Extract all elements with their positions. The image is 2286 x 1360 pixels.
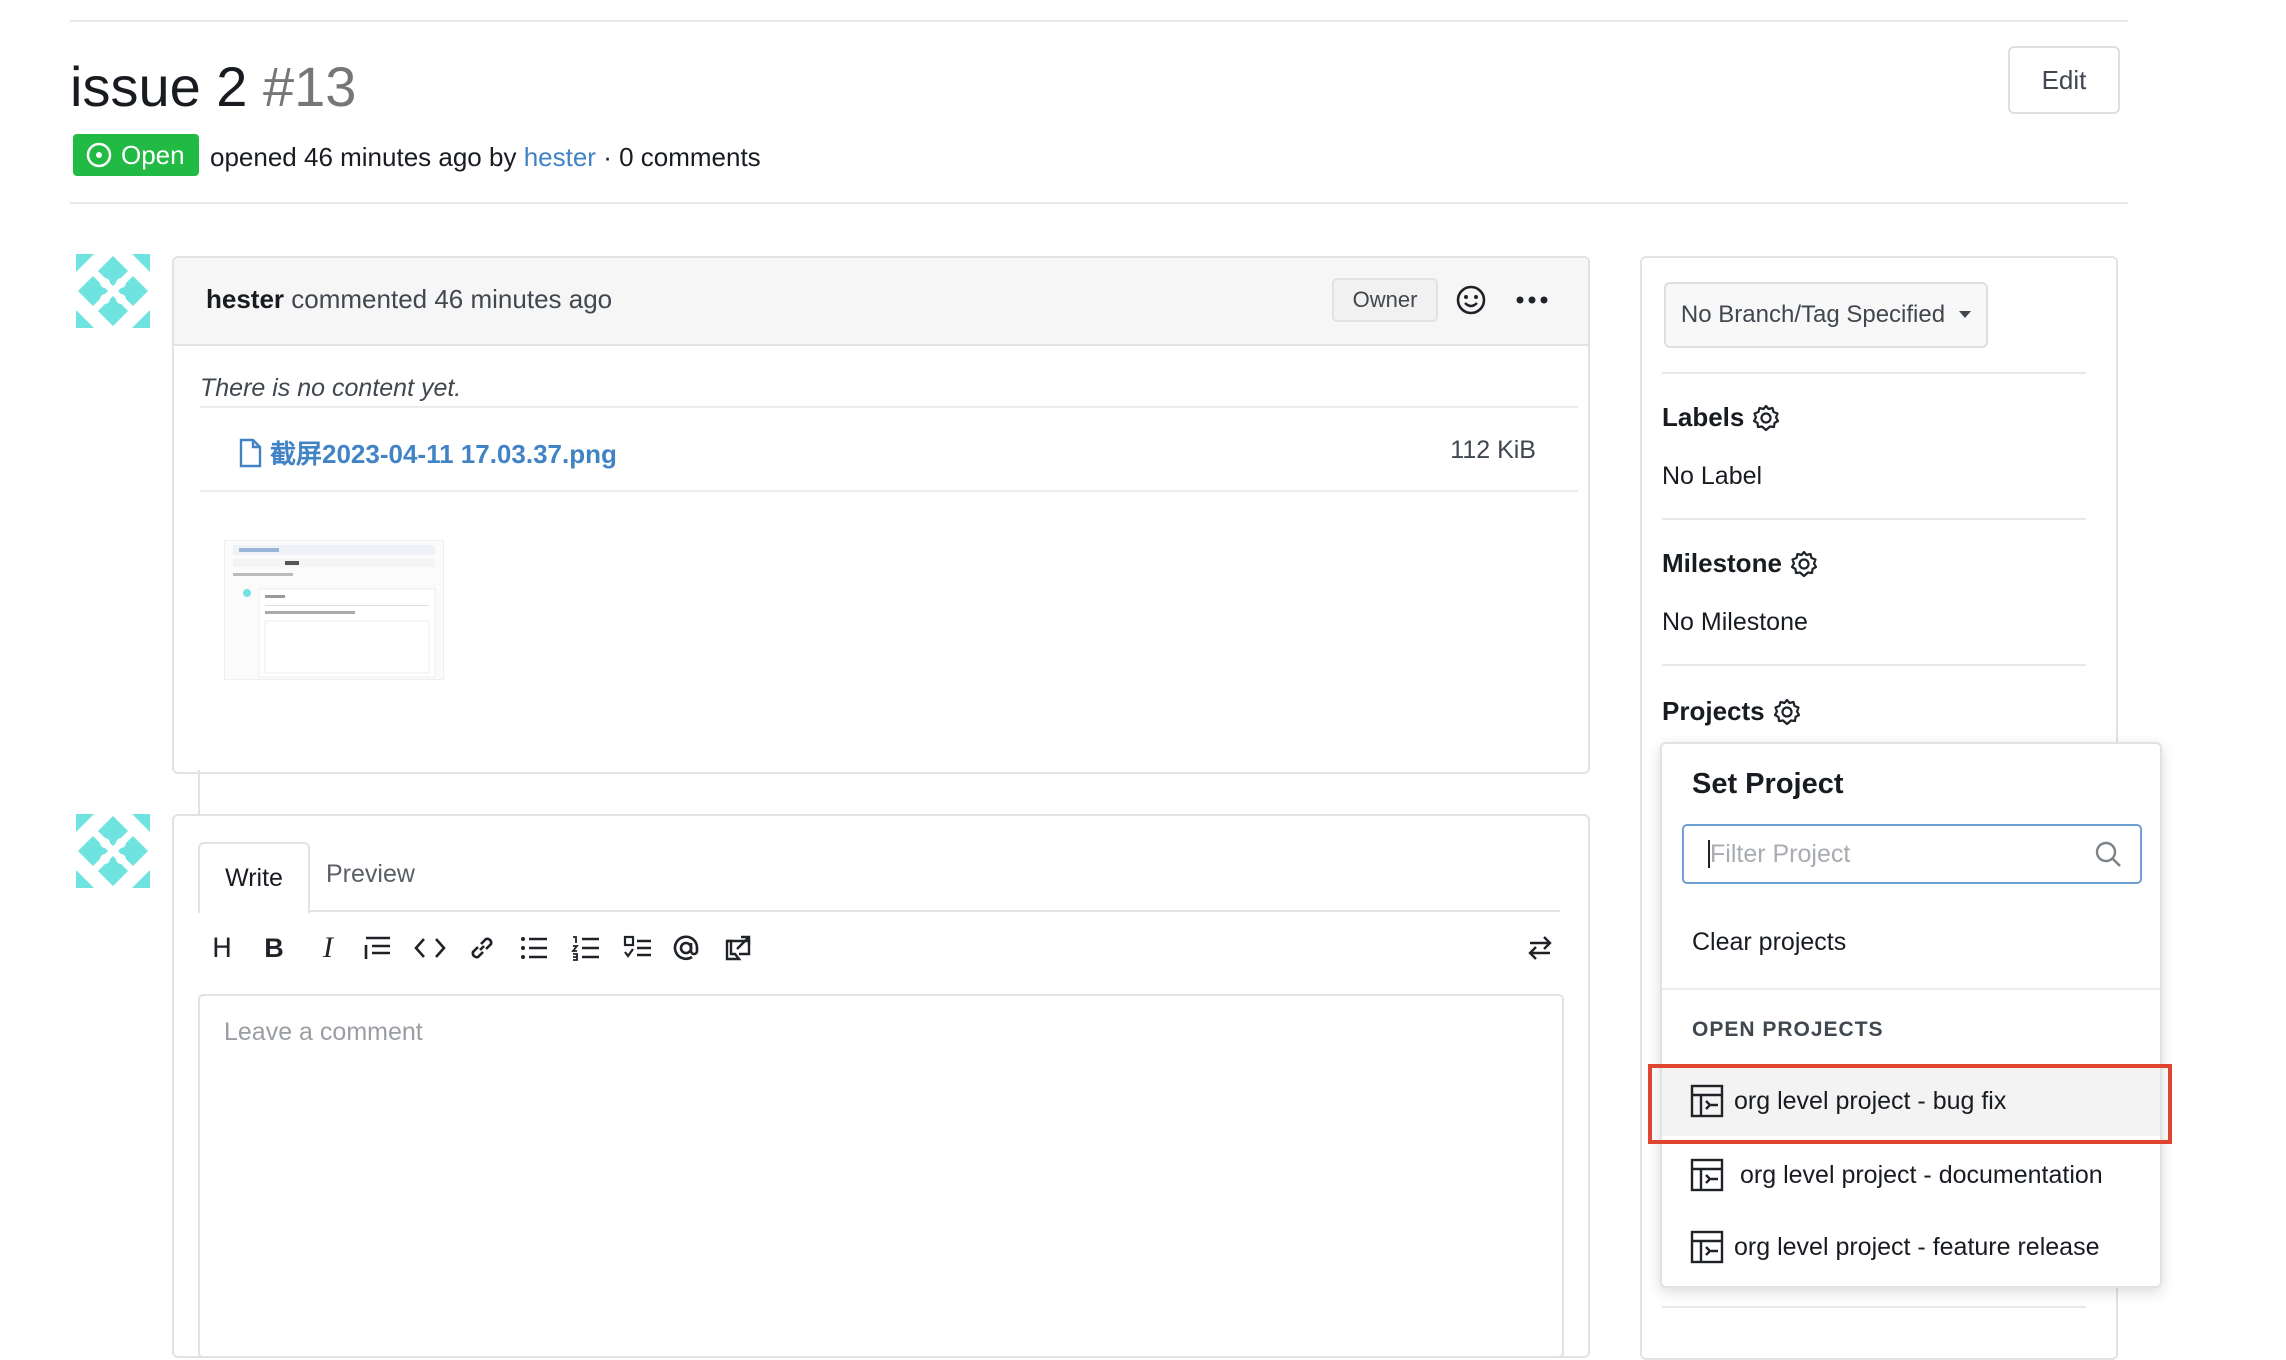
clear-projects-item[interactable]: Clear projects: [1692, 928, 1846, 957]
highlight-box: [1648, 1064, 2172, 1144]
quote-button[interactable]: [358, 928, 398, 968]
owner-badge-label: Owner: [1352, 287, 1418, 312]
issue-title-text: issue 2: [70, 55, 248, 118]
bullet-list-icon: [521, 937, 547, 959]
projects-heading-text: Projects: [1662, 696, 1765, 726]
project-board-icon: [1690, 1158, 1724, 1192]
task-list-button[interactable]: [618, 928, 658, 968]
italic-icon: I: [323, 931, 333, 964]
tab-preview[interactable]: Preview: [326, 860, 415, 889]
editor-tabs-line: [198, 910, 1560, 912]
numbered-list-icon: [571, 936, 599, 961]
comment-header: hester commented 46 minutes ago Owner: [174, 258, 1588, 346]
labels-heading-text: Labels: [1662, 402, 1745, 432]
avatar: [76, 814, 150, 888]
project-item-feature-release[interactable]: org level project - feature release: [1662, 1212, 2160, 1282]
milestone-heading-text: Milestone: [1662, 548, 1782, 578]
avatar: [76, 254, 150, 328]
tab-write[interactable]: Write: [198, 842, 310, 914]
owner-badge: Owner: [1332, 278, 1438, 322]
set-project-popup: Set Project Filter Project Clear project…: [1660, 742, 2162, 1288]
heading-icon: H: [211, 932, 233, 964]
file-icon: [238, 438, 262, 468]
filter-project-placeholder: Filter Project: [1710, 840, 1851, 868]
numbered-list-button[interactable]: [566, 928, 606, 968]
project-item-label: org level project - feature release: [1734, 1232, 2100, 1261]
attachment-row[interactable]: 截屏2023-04-11 17.03.37.png: [238, 434, 617, 471]
milestone-heading[interactable]: Milestone: [1662, 548, 1818, 579]
filter-project-input[interactable]: Filter Project: [1682, 824, 2142, 884]
issue-meta: opened 46 minutes ago by hester · 0 comm…: [210, 140, 761, 174]
issue-number: #13: [263, 55, 357, 118]
code-icon: [414, 938, 446, 958]
edit-button-label: Edit: [2041, 64, 2087, 95]
edit-button[interactable]: Edit: [2008, 46, 2120, 114]
attachment-name[interactable]: 截屏2023-04-11 17.03.37.png: [270, 434, 617, 471]
swap-icon: [1528, 936, 1552, 960]
comment-author[interactable]: hester: [206, 284, 284, 314]
italic-button[interactable]: I: [308, 928, 348, 968]
issue-title: issue 2 #13: [70, 52, 356, 122]
labels-heading[interactable]: Labels: [1662, 402, 1780, 433]
project-item-documentation[interactable]: org level project - documentation: [1662, 1140, 2160, 1210]
project-item-label: org level project - documentation: [1740, 1160, 2103, 1189]
comment-empty-text: There is no content yet.: [200, 374, 462, 402]
mention-button[interactable]: [666, 928, 706, 968]
bold-icon: B: [264, 932, 284, 963]
toggle-editor-button[interactable]: [1520, 928, 1560, 968]
projects-heading[interactable]: Projects: [1662, 696, 1801, 727]
popup-divider: [1662, 988, 2160, 990]
more-options-icon[interactable]: [1514, 286, 1550, 314]
comment-textarea[interactable]: Leave a comment: [198, 994, 1564, 1358]
cross-reference-icon: [725, 935, 751, 961]
attachment-divider-bottom: [200, 490, 1578, 492]
sidebar-divider: [1662, 518, 2086, 520]
sidebar-divider: [1662, 664, 2086, 666]
sidebar-divider: [1662, 372, 2086, 374]
open-projects-header: OPEN PROJECTS: [1692, 1018, 1884, 1041]
comment-placeholder: Leave a comment: [224, 1018, 423, 1046]
milestone-value: No Milestone: [1662, 608, 1808, 636]
popup-title: Set Project: [1692, 768, 1844, 800]
status-badge: Open: [73, 134, 199, 176]
issue-author-link[interactable]: hester: [524, 142, 596, 172]
bold-button[interactable]: B: [254, 928, 294, 968]
open-circle-icon: [85, 141, 113, 169]
comment-action: commented 46 minutes ago: [291, 284, 613, 314]
search-icon: [2094, 840, 2122, 868]
gear-icon[interactable]: [1752, 404, 1780, 432]
project-board-icon: [1690, 1230, 1724, 1264]
tab-preview-label: Preview: [326, 860, 415, 888]
bullet-list-button[interactable]: [514, 928, 554, 968]
gear-icon[interactable]: [1773, 698, 1801, 726]
attachment-size: 112 KiB: [1450, 436, 1536, 464]
caret-down-icon: [1959, 311, 1972, 319]
link-icon: [471, 937, 493, 959]
comment-box: hester commented 46 minutes ago Owner Th…: [172, 256, 1590, 774]
sidebar-divider: [1662, 1306, 2086, 1308]
task-list-icon: [623, 935, 651, 958]
branch-selector-label: No Branch/Tag Specified: [1680, 301, 1946, 328]
issue-meta-suffix: · 0 comments: [603, 142, 761, 172]
timeline-line: [198, 770, 200, 816]
attachment-divider-top: [200, 406, 1578, 408]
issue-meta-prefix: opened 46 minutes ago by: [210, 142, 517, 172]
quote-icon: [364, 936, 390, 959]
reaction-smiley-icon[interactable]: [1454, 283, 1488, 317]
labels-value: No Label: [1662, 462, 1763, 490]
header-bottom-divider: [70, 202, 2128, 204]
code-button[interactable]: [410, 928, 450, 968]
branch-selector[interactable]: No Branch/Tag Specified: [1664, 282, 1988, 348]
status-label: Open: [121, 139, 185, 170]
link-button[interactable]: [462, 928, 502, 968]
cross-reference-button[interactable]: [718, 928, 758, 968]
tab-write-label: Write: [225, 863, 283, 892]
heading-button[interactable]: H: [202, 928, 242, 968]
mention-icon: [673, 935, 699, 961]
header-top-divider: [70, 20, 2128, 22]
attachment-thumbnail[interactable]: [224, 540, 444, 680]
gear-icon[interactable]: [1790, 550, 1818, 578]
